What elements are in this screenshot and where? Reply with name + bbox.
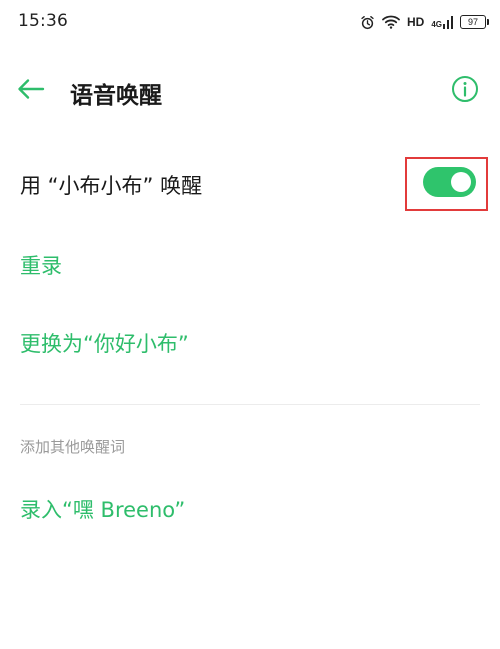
page-title: 语音唤醒 (70, 83, 162, 109)
replace-wake-word-link[interactable]: 更换为“你好小布” (20, 328, 189, 358)
back-arrow-icon (17, 78, 45, 104)
hd-label: HD (406, 15, 425, 29)
header: 语音唤醒 (0, 60, 500, 120)
divider (20, 404, 480, 405)
status-icons: HD 4G 97 (360, 12, 489, 32)
info-button[interactable] (448, 74, 482, 108)
wake-toggle-switch[interactable] (423, 167, 476, 197)
alarm-icon (360, 15, 375, 30)
battery-icon: 97 (460, 15, 489, 29)
rerecord-link[interactable]: 重录 (20, 250, 62, 280)
back-button[interactable] (14, 74, 48, 108)
toggle-knob (451, 172, 471, 192)
wake-setting-label: 用 “小布小布” 唤醒 (20, 174, 203, 198)
status-bar: 15:36 HD 4G 97 (0, 0, 500, 44)
info-icon (451, 75, 479, 107)
record-hey-breeno-link[interactable]: 录入“嘿 Breeno” (20, 494, 185, 524)
network-type: 4G (431, 20, 442, 29)
battery-level: 97 (467, 17, 478, 27)
add-other-words-section-label: 添加其他唤醒词 (20, 438, 126, 456)
status-time: 15:36 (18, 11, 68, 31)
signal-icon: 4G (431, 15, 453, 29)
wifi-icon (382, 15, 400, 29)
